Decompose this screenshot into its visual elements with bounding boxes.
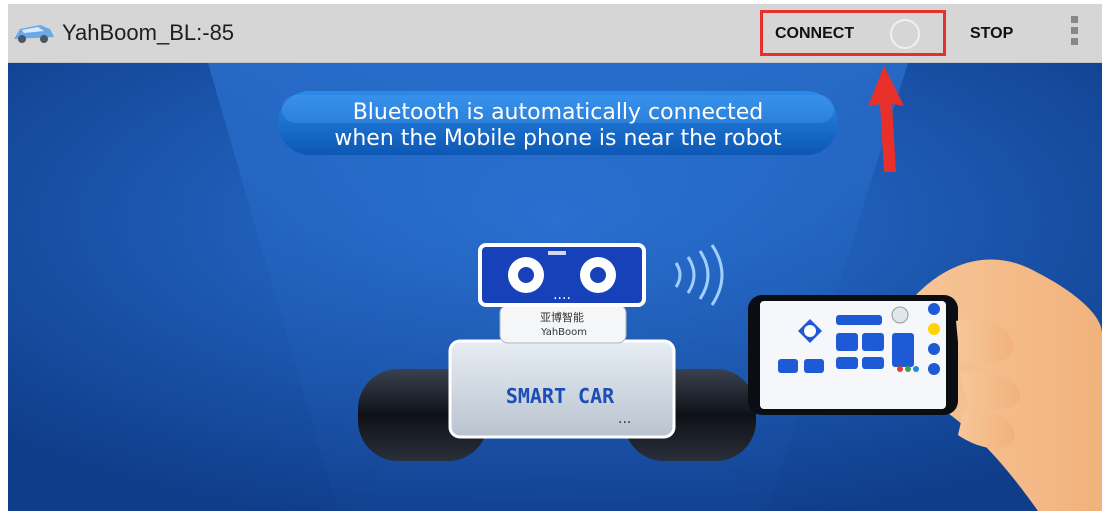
promo-banner: Bluetooth is automatically connected whe… bbox=[8, 63, 1102, 511]
brand-cn-text: 亚博智能 bbox=[540, 310, 584, 324]
bluetooth-info-line2: when the Mobile phone is near the robot bbox=[334, 126, 782, 151]
stop-button[interactable]: STOP bbox=[970, 25, 1013, 43]
app-title: YahBoom_BL:-85 bbox=[62, 20, 235, 45]
smart-car-dots: ... bbox=[618, 411, 631, 427]
svg-text:....: .... bbox=[553, 287, 571, 303]
bluetooth-info-pill: Bluetooth is automatically connected whe… bbox=[278, 91, 838, 155]
connect-highlight-box[interactable]: CONNECT bbox=[760, 10, 946, 56]
app-frame: YahBoom_BL:-85 CONNECT STOP Bluetooth is… bbox=[8, 4, 1102, 511]
more-vert-icon[interactable] bbox=[1068, 16, 1080, 50]
banner-illustration: Bluetooth is automatically connected whe… bbox=[8, 63, 1102, 511]
connect-button[interactable]: CONNECT bbox=[775, 25, 854, 43]
bluetooth-info-line1: Bluetooth is automatically connected bbox=[353, 100, 764, 125]
app-bar: YahBoom_BL:-85 CONNECT STOP bbox=[8, 4, 1102, 63]
smart-car-label: SMART CAR bbox=[506, 384, 615, 408]
robot-car-icon bbox=[14, 25, 54, 43]
brand-en-text: YahBoom bbox=[540, 327, 587, 338]
loading-spinner bbox=[890, 19, 920, 49]
